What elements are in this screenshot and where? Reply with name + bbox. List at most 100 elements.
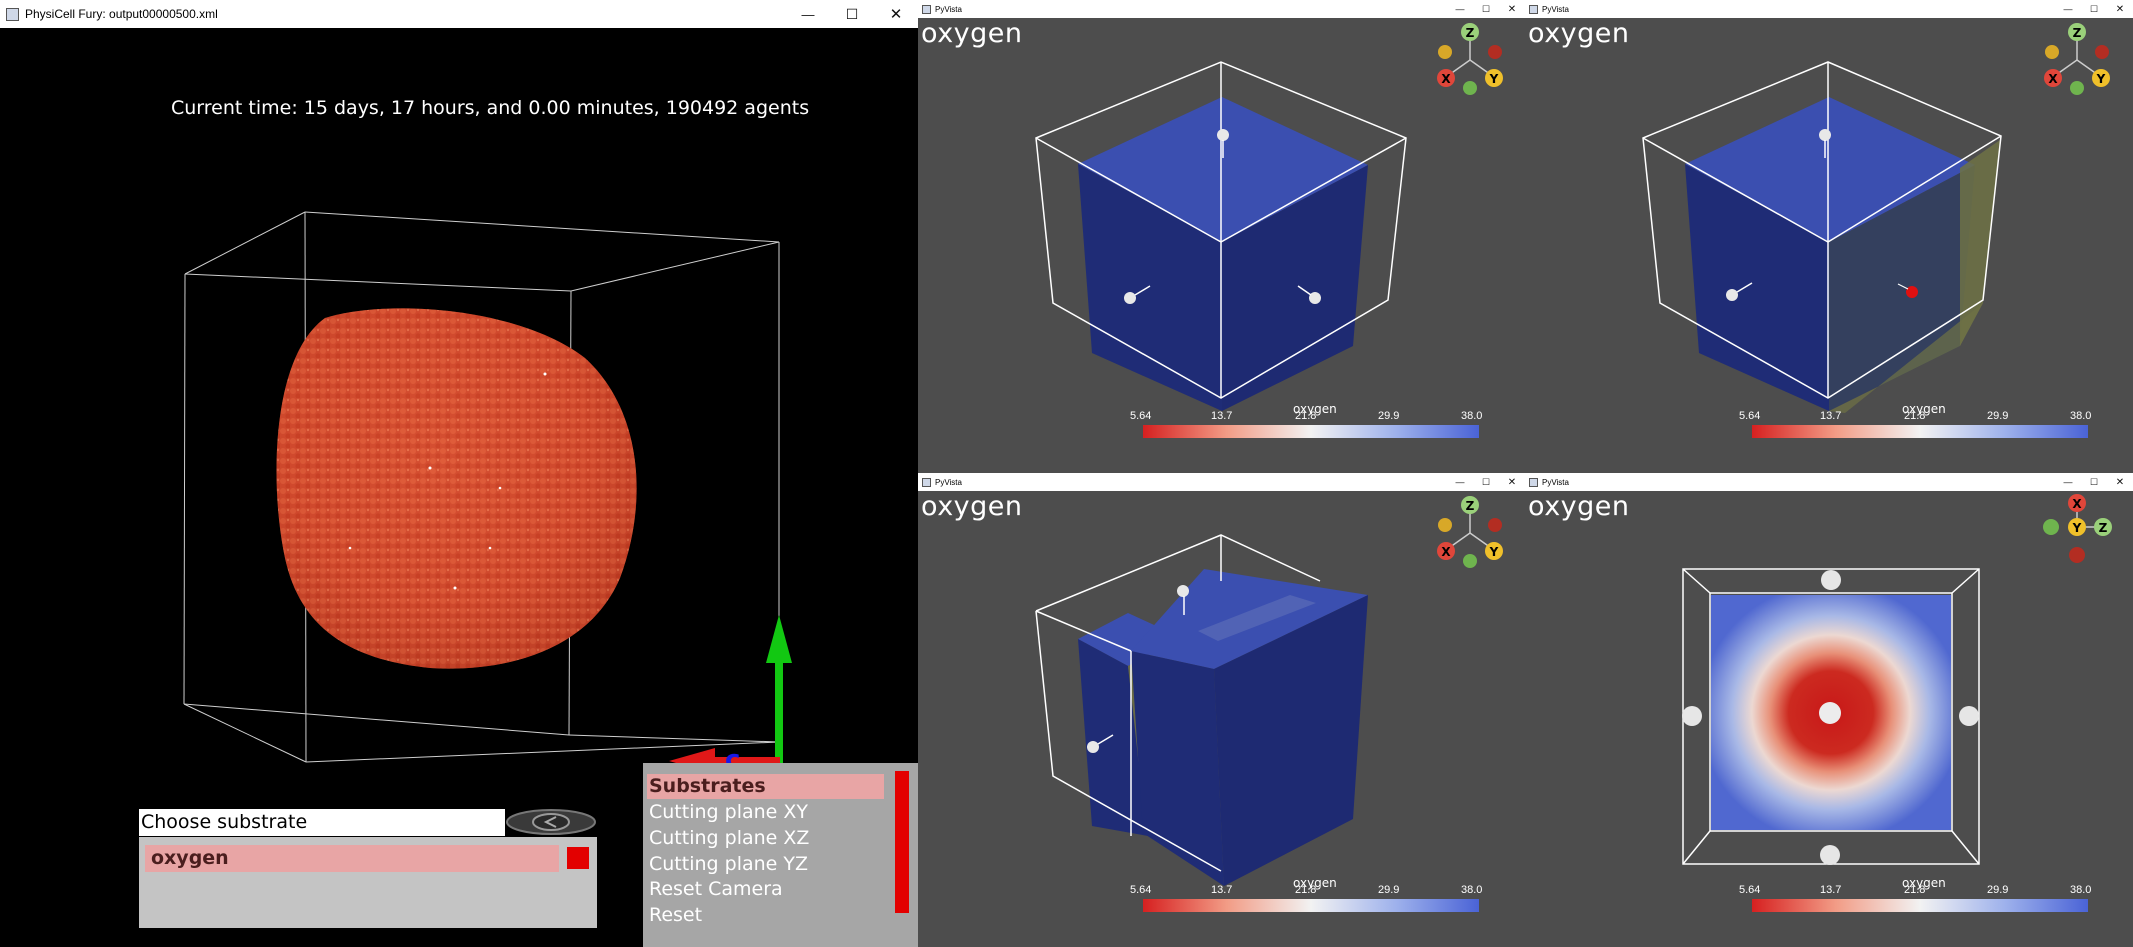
pyvista-viewport[interactable]: oxygen Z X Y oxygen 5.64 13.7 21.8 29.9 … xyxy=(1525,18,2133,473)
minimize-button[interactable]: — xyxy=(2055,0,2081,18)
substrate-list-panel: oxygen xyxy=(139,837,597,928)
tick-2: 21.8 xyxy=(1295,884,1317,896)
substrate-option-label: oxygen xyxy=(151,847,229,869)
pyvista-title: PyVista xyxy=(935,477,962,487)
tick-1: 13.7 xyxy=(1820,410,1842,422)
scalar-bar: oxygen 5.64 13.7 21.8 29.9 38.0 xyxy=(1130,402,1483,452)
tick-2: 21.8 xyxy=(1904,410,1926,422)
axes-widget: Z X Y xyxy=(2044,23,2110,95)
app-icon xyxy=(922,477,931,487)
pyvista-window-3: PyVista — ☐ ✕ oxygen Z X Y oxygen 5.64 1… xyxy=(918,473,1525,947)
pyvista-window-2: PyVista — ☐ ✕ oxygen Z X Y oxygen 5.64 1… xyxy=(1525,0,2133,473)
menu-item-reset-camera[interactable]: Reset Camera xyxy=(649,878,783,900)
tick-0: 5.64 xyxy=(1130,884,1152,896)
tick-4: 38.0 xyxy=(2070,884,2092,896)
tick-3: 29.9 xyxy=(1378,410,1400,422)
minimize-button[interactable]: — xyxy=(1447,0,1473,18)
app-icon xyxy=(1529,477,1538,487)
scalar-bar: oxygen 5.64 13.7 21.8 29.9 38.0 xyxy=(1739,876,2092,926)
axis-y-label: Y xyxy=(1489,545,1499,559)
maximize-button[interactable]: ☐ xyxy=(2081,473,2107,491)
scalar-bar-gradient xyxy=(1143,899,1479,912)
app-icon xyxy=(922,4,931,14)
pyvista-titlebar: PyVista — ☐ ✕ xyxy=(1525,473,2133,491)
maximize-button[interactable]: ☐ xyxy=(830,0,874,28)
window-title: PhysiCell Fury: output00000500.xml xyxy=(25,7,218,21)
options-menu: Substrates Cutting plane XY Cutting plan… xyxy=(643,763,918,947)
app-icon xyxy=(6,7,19,21)
pyvista-window-4: PyVista — ☐ ✕ oxygen X Y Z oxygen 5.64 1… xyxy=(1525,473,2133,947)
axis-x-label: X xyxy=(2048,72,2058,86)
menu-item-cutting-yz[interactable]: Cutting plane YZ xyxy=(649,853,808,875)
menu-item-cutting-xy[interactable]: Cutting plane XY xyxy=(649,801,808,823)
axes-widget: Z X Y xyxy=(1437,496,1503,568)
minimize-button[interactable]: — xyxy=(2055,473,2081,491)
scalar-bar-gradient xyxy=(1143,425,1479,438)
tick-4: 38.0 xyxy=(1461,410,1483,422)
tick-3: 29.9 xyxy=(1378,884,1400,896)
menu-item-reset[interactable]: Reset xyxy=(649,904,702,926)
minimize-button[interactable]: — xyxy=(1447,473,1473,491)
tick-4: 38.0 xyxy=(1461,884,1483,896)
tick-0: 5.64 xyxy=(1130,410,1152,422)
pyvista-titlebar: PyVista — ☐ ✕ xyxy=(918,0,1525,18)
collapse-icon[interactable] xyxy=(506,809,596,835)
axes-widget: X Y Z xyxy=(2043,494,2112,563)
menu-scrollbar[interactable] xyxy=(895,771,909,913)
maximize-button[interactable]: ☐ xyxy=(1473,0,1499,18)
pyvista-viewport[interactable]: oxygen Z X Y oxygen 5.64 13.7 21.8 29.9 … xyxy=(918,18,1525,473)
menu-item-cutting-xz[interactable]: Cutting plane XZ xyxy=(649,827,809,849)
close-button[interactable]: ✕ xyxy=(874,0,918,28)
axis-x-label: X xyxy=(2072,497,2082,511)
pyvista-viewport[interactable]: oxygen X Y Z oxygen 5.64 13.7 21.8 29.9 … xyxy=(1525,491,2133,947)
close-button[interactable]: ✕ xyxy=(2107,473,2133,491)
axis-z-label: Z xyxy=(2099,521,2108,535)
axis-z-label: Z xyxy=(2073,26,2082,40)
axis-z-label: Z xyxy=(1466,26,1475,40)
pyvista-title: PyVista xyxy=(935,4,962,14)
tick-0: 5.64 xyxy=(1739,884,1761,896)
tick-1: 13.7 xyxy=(1211,884,1233,896)
scalar-bar-gradient xyxy=(1752,899,2088,912)
main-titlebar: PhysiCell Fury: output00000500.xml — ☐ ✕ xyxy=(0,0,918,28)
pyvista-title: PyVista xyxy=(1542,4,1569,14)
maximize-button[interactable]: ☐ xyxy=(2081,0,2107,18)
axis-z-label: Z xyxy=(1466,499,1475,513)
scalar-bar: oxygen 5.64 13.7 21.8 29.9 38.0 xyxy=(1130,876,1483,926)
tick-3: 29.9 xyxy=(1987,410,2009,422)
axis-y-label: Y xyxy=(2096,72,2106,86)
app-icon xyxy=(1529,4,1538,14)
axis-x-label: X xyxy=(1441,72,1451,86)
axis-y-label: Y xyxy=(1489,72,1499,86)
axes-arrows: c xyxy=(669,615,792,775)
pyvista-title: PyVista xyxy=(1542,477,1569,487)
minimize-button[interactable]: — xyxy=(786,0,830,28)
tick-1: 13.7 xyxy=(1211,410,1233,422)
main-3d-viewport[interactable]: Current time: 15 days, 17 hours, and 0.0… xyxy=(0,28,918,947)
menu-item-substrates-label: Substrates xyxy=(649,775,766,797)
tumor-spheroid xyxy=(276,308,637,669)
physicell-fury-window: PhysiCell Fury: output00000500.xml — ☐ ✕… xyxy=(0,0,918,947)
close-button[interactable]: ✕ xyxy=(2107,0,2133,18)
tick-1: 13.7 xyxy=(1820,884,1842,896)
close-button[interactable]: ✕ xyxy=(1499,0,1525,18)
pyvista-titlebar: PyVista — ☐ ✕ xyxy=(918,473,1525,491)
substrate-label: Choose substrate xyxy=(139,809,505,836)
tick-4: 38.0 xyxy=(2070,410,2092,422)
tick-2: 21.8 xyxy=(1295,410,1317,422)
close-button[interactable]: ✕ xyxy=(1499,473,1525,491)
scalar-bar-gradient xyxy=(1752,425,2088,438)
substrate-option-oxygen[interactable]: oxygen xyxy=(145,845,559,872)
substrate-scroll-thumb[interactable] xyxy=(567,847,589,869)
axes-widget: Z X Y xyxy=(1437,23,1503,95)
scalar-bar: oxygen 5.64 13.7 21.8 29.9 38.0 xyxy=(1739,402,2092,452)
tick-2: 21.8 xyxy=(1904,884,1926,896)
tick-3: 29.9 xyxy=(1987,884,2009,896)
maximize-button[interactable]: ☐ xyxy=(1473,473,1499,491)
pyvista-window-1: PyVista — ☐ ✕ oxygen Z X Y oxygen 5.64 1… xyxy=(918,0,1525,473)
axis-x-label: X xyxy=(1441,545,1451,559)
pyvista-titlebar: PyVista — ☐ ✕ xyxy=(1525,0,2133,18)
tick-0: 5.64 xyxy=(1739,410,1761,422)
pyvista-viewport[interactable]: oxygen Z X Y oxygen 5.64 13.7 21.8 29.9 … xyxy=(918,491,1525,947)
axis-y-label: Y xyxy=(2072,521,2082,535)
